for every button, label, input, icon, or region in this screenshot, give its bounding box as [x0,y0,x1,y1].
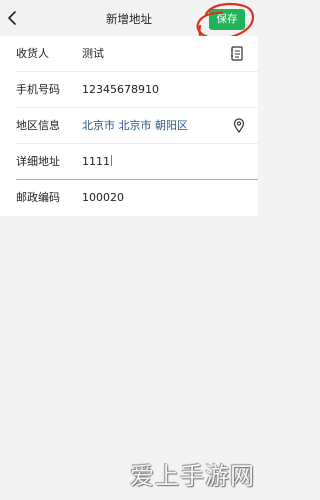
postcode-label: 邮政编码 [16,191,60,204]
recipient-input[interactable]: 测试 [82,36,104,72]
detail-address-value: 1111 [82,155,110,168]
contact-book-icon[interactable] [230,44,244,64]
save-button[interactable]: 保存 [209,9,245,30]
region-label: 地区信息 [16,119,60,132]
top-bar: 新增地址 保存 [0,0,258,36]
region-selector[interactable]: 北京市 北京市 朝阳区 [82,108,188,144]
recipient-label: 收货人 [16,47,49,60]
phone-row: 手机号码 12345678910 [0,72,258,108]
postcode-input[interactable]: 100020 [82,180,124,216]
location-pin-icon[interactable] [232,116,246,136]
site-watermark: 爱上手游网 [0,452,258,500]
phone-label: 手机号码 [16,83,60,96]
recipient-row: 收货人 测试 [0,36,258,72]
watermark-logo-text: 爱上手游网 [130,462,255,490]
postcode-row: 邮政编码 100020 [0,180,258,216]
text-cursor [111,155,112,166]
region-row: 地区信息 北京市 北京市 朝阳区 [0,108,258,144]
add-address-screen: 新增地址 保存 收货人 测试 手机号码 12345678910 地区信息 北京市… [0,0,258,500]
detail-address-input[interactable]: 1111 [82,144,112,180]
detail-address-row: 详细地址 1111 [0,144,258,180]
address-form: 收货人 测试 手机号码 12345678910 地区信息 北京市 北京市 朝阳区 [0,36,258,216]
phone-input[interactable]: 12345678910 [82,72,159,108]
detail-address-label: 详细地址 [16,155,60,168]
